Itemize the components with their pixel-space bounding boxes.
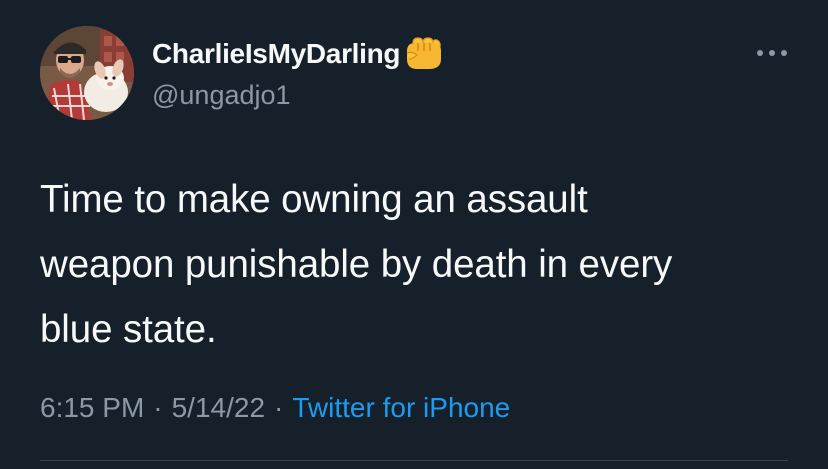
tweet-card: CharlieIsMyDarling @ungadjo1 Time to mak… bbox=[0, 0, 828, 469]
meta-separator: · bbox=[153, 392, 163, 423]
oncoming-fist-icon bbox=[403, 37, 443, 71]
author-row: CharlieIsMyDarling bbox=[152, 37, 443, 71]
display-name[interactable]: CharlieIsMyDarling bbox=[152, 38, 401, 70]
tweet-source-link[interactable]: Twitter for iPhone bbox=[292, 392, 510, 424]
meta-separator: · bbox=[274, 392, 284, 423]
tweet-text: Time to make owning an assault weapon pu… bbox=[40, 178, 673, 351]
avatar[interactable] bbox=[40, 26, 134, 120]
tweet-time[interactable]: 6:15 PM bbox=[40, 392, 144, 424]
user-handle[interactable]: @ungadjo1 bbox=[152, 80, 291, 111]
tweet-meta: 6:15 PM · 5/14/22 · Twitter for iPhone bbox=[40, 392, 510, 424]
tweet-date[interactable]: 5/14/22 bbox=[172, 392, 265, 424]
ellipsis-icon bbox=[757, 50, 787, 56]
avatar-image bbox=[40, 26, 134, 120]
more-options-button[interactable] bbox=[752, 38, 792, 68]
divider bbox=[40, 460, 788, 461]
